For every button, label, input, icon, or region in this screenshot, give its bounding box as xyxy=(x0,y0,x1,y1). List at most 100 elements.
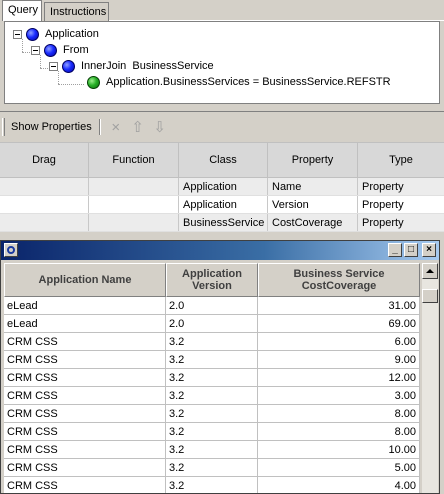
column-header-cost-coverage[interactable]: Business Service CostCoverage xyxy=(258,263,420,297)
class-cell: BusinessService xyxy=(179,214,268,231)
application-name-cell: eLead xyxy=(4,297,166,315)
property-cell: Version xyxy=(268,196,358,213)
table-row[interactable]: eLead 2.0 69.00 xyxy=(4,315,420,333)
cost-coverage-cell: 10.00 xyxy=(258,441,420,459)
type-cell: Property xyxy=(358,214,444,231)
function-cell[interactable] xyxy=(89,196,179,213)
application-name-cell: CRM CSS xyxy=(4,423,166,441)
application-version-cell: 3.2 xyxy=(166,351,258,369)
application-name-cell: CRM CSS xyxy=(4,369,166,387)
table-row[interactable]: CRM CSS 3.2 5.00 xyxy=(4,459,420,477)
tree-node-label: Application xyxy=(45,28,99,40)
cost-coverage-cell: 69.00 xyxy=(258,315,420,333)
table-row[interactable]: CRM CSS 3.2 12.00 xyxy=(4,369,420,387)
maximize-button[interactable]: □ xyxy=(404,243,418,257)
type-cell: Property xyxy=(358,196,444,213)
table-row[interactable]: CRM CSS 3.2 9.00 xyxy=(4,351,420,369)
column-header-drag[interactable]: Drag xyxy=(0,143,89,177)
minimize-button[interactable]: _ xyxy=(388,243,402,257)
property-cell: Name xyxy=(268,178,358,195)
tree-connector xyxy=(58,84,84,85)
application-version-cell: 3.2 xyxy=(166,441,258,459)
cost-coverage-cell: 4.00 xyxy=(258,477,420,493)
drag-cell[interactable] xyxy=(0,196,89,213)
results-window: _ □ × Application Name Application Versi… xyxy=(0,240,440,494)
table-row[interactable]: Application Version Property xyxy=(0,196,444,214)
application-name-cell: eLead xyxy=(4,315,166,333)
tab-query[interactable]: Query xyxy=(2,0,42,21)
toolbar-grip[interactable] xyxy=(2,118,5,136)
class-cell: Application xyxy=(179,196,268,213)
collapse-icon[interactable] xyxy=(49,61,58,71)
table-row[interactable]: CRM CSS 3.2 8.00 xyxy=(4,405,420,423)
table-row[interactable]: CRM CSS 3.2 8.00 xyxy=(4,423,420,441)
application-version-cell: 3.2 xyxy=(166,369,258,387)
function-cell[interactable] xyxy=(89,178,179,195)
application-name-cell: CRM CSS xyxy=(4,333,166,351)
properties-header-row: Drag Function Class Property Type xyxy=(0,142,444,178)
table-row[interactable]: CRM CSS 3.2 6.00 xyxy=(4,333,420,351)
delete-icon[interactable]: × xyxy=(107,118,125,136)
results-table[interactable]: Application Name Application Version Bus… xyxy=(4,263,420,493)
table-row[interactable]: CRM CSS 3.2 3.00 xyxy=(4,387,420,405)
query-app-icon[interactable] xyxy=(4,243,18,257)
cost-coverage-cell: 9.00 xyxy=(258,351,420,369)
results-header-row: Application Name Application Version Bus… xyxy=(4,263,420,297)
tree-node-application[interactable]: Application xyxy=(13,26,99,42)
results-body: eLead 2.0 31.00 eLead 2.0 69.00 CRM CSS 3.2 6.00… xyxy=(4,297,420,493)
property-cell: CostCoverage xyxy=(268,214,358,231)
vertical-scrollbar[interactable] xyxy=(422,263,438,493)
tree-node-innerjoin[interactable]: InnerJoin BusinessService xyxy=(49,58,214,74)
toolbar-separator xyxy=(98,119,101,135)
application-name-cell: CRM CSS xyxy=(4,459,166,477)
function-cell[interactable] xyxy=(89,214,179,231)
blue-ball-icon xyxy=(26,27,39,41)
table-row[interactable]: CRM CSS 3.2 10.00 xyxy=(4,441,420,459)
move-down-icon[interactable]: ⇩ xyxy=(151,118,169,136)
application-version-cell: 3.2 xyxy=(166,423,258,441)
tree-node-from[interactable]: From xyxy=(31,42,89,58)
drag-cell[interactable] xyxy=(0,214,89,231)
tree-node-label: Application.BusinessServices = BusinessS… xyxy=(106,76,391,88)
cost-coverage-cell: 31.00 xyxy=(258,297,420,315)
move-up-icon[interactable]: ⇧ xyxy=(129,118,147,136)
table-row[interactable]: eLead 2.0 31.00 xyxy=(4,297,420,315)
column-header-property[interactable]: Property xyxy=(268,143,358,177)
table-row[interactable]: Application Name Property xyxy=(0,178,444,196)
tab-strip: Query Instructions xyxy=(0,0,444,21)
green-ball-icon xyxy=(87,75,100,89)
application-version-cell: 3.2 xyxy=(166,459,258,477)
column-header-application-name[interactable]: Application Name xyxy=(4,263,166,297)
results-titlebar[interactable]: _ □ × xyxy=(1,241,439,260)
toolbar: Show Properties × ⇧ ⇩ xyxy=(0,116,444,138)
properties-grid: Drag Function Class Property Type Applic… xyxy=(0,142,444,232)
tab-instructions[interactable]: Instructions xyxy=(44,2,109,21)
table-row[interactable]: BusinessService CostCoverage Property xyxy=(0,214,444,232)
tree-connector xyxy=(22,52,30,53)
query-tree[interactable]: Application From InnerJoin BusinessServi… xyxy=(4,21,440,104)
tree-node-join-condition[interactable]: Application.BusinessServices = BusinessS… xyxy=(87,74,391,90)
collapse-icon[interactable] xyxy=(31,45,40,55)
window-buttons: _ □ × xyxy=(388,243,436,257)
column-header-application-version[interactable]: Application Version xyxy=(166,263,258,297)
table-row[interactable]: CRM CSS 3.2 4.00 xyxy=(4,477,420,493)
show-properties-button[interactable]: Show Properties xyxy=(8,121,95,133)
collapse-icon[interactable] xyxy=(13,29,22,39)
application-version-cell: 3.2 xyxy=(166,477,258,493)
cost-coverage-cell: 5.00 xyxy=(258,459,420,477)
cost-coverage-cell: 6.00 xyxy=(258,333,420,351)
column-header-class[interactable]: Class xyxy=(179,143,268,177)
scroll-thumb[interactable] xyxy=(422,289,438,303)
column-header-function[interactable]: Function xyxy=(89,143,179,177)
close-button[interactable]: × xyxy=(422,243,436,257)
application-name-cell: CRM CSS xyxy=(4,351,166,369)
tree-connector xyxy=(40,68,48,69)
application-version-cell: 3.2 xyxy=(166,387,258,405)
scroll-up-button[interactable] xyxy=(422,263,438,279)
application-name-cell: CRM CSS xyxy=(4,387,166,405)
blue-ball-icon xyxy=(62,59,75,73)
column-header-type[interactable]: Type xyxy=(358,143,444,177)
drag-cell[interactable] xyxy=(0,178,89,195)
cost-coverage-cell: 8.00 xyxy=(258,423,420,441)
tree-node-label: InnerJoin BusinessService xyxy=(81,60,214,72)
